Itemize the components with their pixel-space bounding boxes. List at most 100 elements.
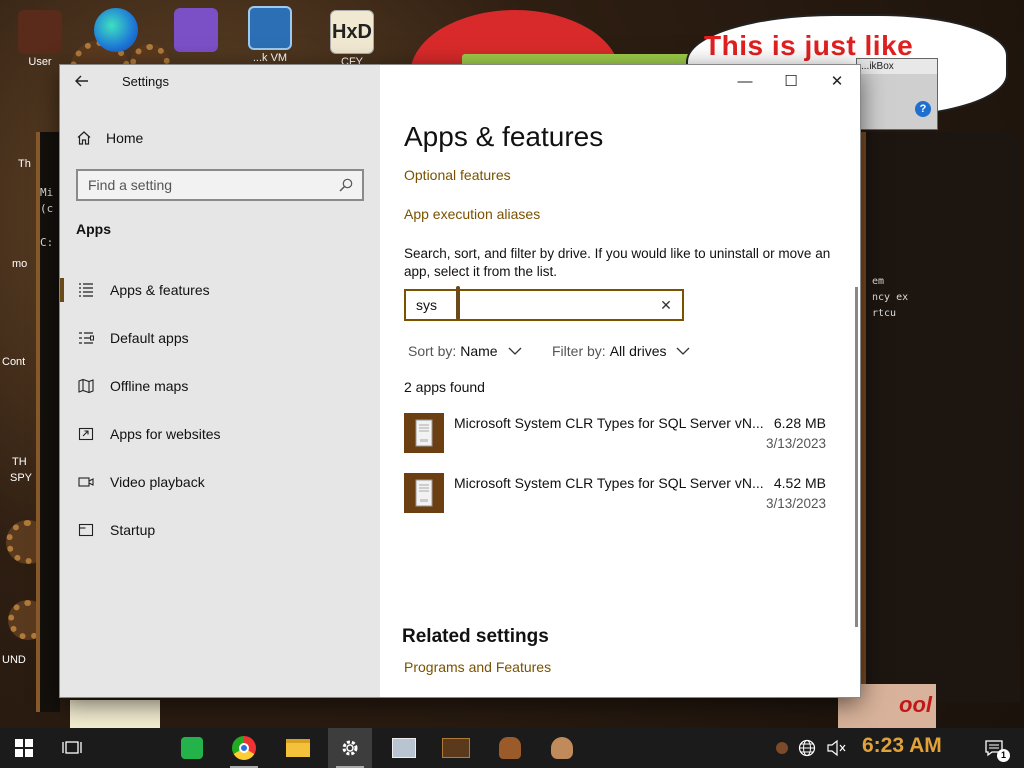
chevron-down-icon [677,347,690,355]
action-center-button[interactable]: 1 [972,728,1016,768]
face-graphic-text: ool [899,692,932,717]
search-description: Search, sort, and filter by drive. If yo… [404,246,831,279]
help-icon[interactable]: ? [915,101,931,117]
map-icon [76,376,96,396]
console-window[interactable]: Mi (c C: [36,132,60,712]
image-viewer-icon [392,738,416,758]
home-icon [77,131,91,145]
globe-network-icon[interactable] [798,739,816,757]
taskbar-app-image-viewer[interactable] [382,728,426,768]
desktop-icon-user[interactable]: User [10,10,70,68]
sidebar-item-label: Apps for websites [110,426,221,442]
default-apps-icon [76,328,96,348]
console-text: Mi [40,186,54,199]
programs-and-features-link[interactable]: Programs and Features [404,659,551,675]
web-icon [76,424,96,444]
steampunk-figure-icon [499,737,521,759]
taskbar-app-chrome[interactable] [222,728,266,768]
page-title: Apps & features [404,121,604,152]
taskbar-app-sheets[interactable] [170,728,214,768]
taskbar-app-steampunk-mask[interactable] [540,728,584,768]
desktop-label: TH [12,456,27,468]
maximize-button[interactable]: ☐ [768,69,814,95]
app-date: 3/13/2023 [765,496,826,511]
console-text: (c [40,202,54,215]
popup-title: ...ikBox [857,59,937,74]
sidebar-item-startup[interactable]: Startup [60,510,380,550]
taskbar-clock[interactable]: 6:23 AM [862,734,942,758]
desktop-icon-visual-studio[interactable] [166,8,226,54]
desktop-icon-label: ...k VM [252,52,288,64]
desktop-label: Cont [2,356,26,368]
find-setting-box[interactable] [76,169,364,201]
video-icon [76,472,96,492]
sidebar-item-home[interactable]: Home [76,127,143,149]
visual-studio-icon [174,8,218,52]
scrollbar[interactable] [855,287,858,627]
task-view-button[interactable] [50,728,94,768]
virtualbox-icon [248,6,292,50]
sheets-icon [181,737,203,759]
sort-dropdown[interactable]: Sort by: Name [408,343,522,359]
wikbox-popup[interactable]: ...ikBox ? [856,58,938,130]
taskbar-app-settings[interactable] [328,728,372,768]
settings-window: Settings Home Apps Apps & features [60,65,860,697]
startup-icon [76,520,96,540]
filter-dropdown[interactable]: Filter by: All drives [552,343,690,359]
console-text: C: [40,236,54,249]
app-list-item[interactable]: Microsoft System CLR Types for SQL Serve… [404,409,828,459]
task-view-icon [62,741,82,754]
hxd-icon: HxD [330,10,374,54]
filter-value: All drives [609,343,667,359]
desktop-icon-virtualbox[interactable]: ...k VM [240,6,300,64]
tray-app-icon[interactable] [776,742,788,754]
taskbar-app-steampunk-figure[interactable] [488,728,532,768]
volume-muted-icon[interactable] [826,739,846,757]
desktop-label: mo [12,258,28,270]
minimize-button[interactable]: — [722,69,768,95]
desktop-icon-label: User [28,56,52,68]
app-execution-aliases-link[interactable]: App execution aliases [404,206,540,222]
system-tray [776,728,846,768]
app-search-box[interactable]: ✕ [404,286,684,321]
gear-icon [342,740,358,756]
search-icon[interactable] [338,177,354,193]
apps-found-count: 2 apps found [404,379,485,395]
sort-label: Sort by: [408,343,457,359]
sidebar-item-apps-for-websites[interactable]: Apps for websites [60,414,380,454]
desktop-icon-hxd[interactable]: HxD CFY [322,10,382,68]
app-name: Microsoft System CLR Types for SQL Serve… [454,475,764,491]
app-list-item[interactable]: Microsoft System CLR Types for SQL Serve… [404,469,828,519]
paper-graphic [70,700,160,728]
clear-search-icon[interactable]: ✕ [658,297,674,313]
taskbar-app-file-explorer[interactable] [276,728,320,768]
folder-icon [286,739,310,757]
mouse-cursor [456,286,460,320]
notification-badge: 1 [997,749,1010,762]
close-button[interactable]: ✕ [814,69,860,95]
chevron-down-icon [508,347,522,355]
app-date: 3/13/2023 [765,436,826,451]
steampunk-panel-icon [442,738,470,758]
app-size: 4.52 MB [773,475,826,491]
app-search-input[interactable] [406,291,682,319]
sidebar-item-label: Default apps [110,330,189,346]
sidebar-item-default-apps[interactable]: Default apps [60,318,380,358]
dark-background-window[interactable]: em ncy ex rtcu [860,132,1020,702]
sidebar-item-label: Apps & features [110,282,210,298]
sidebar-item-apps-features[interactable]: Apps & features [60,270,380,310]
app-size: 6.28 MB [773,415,826,431]
taskbar-app-steampunk-panel[interactable] [434,728,478,768]
find-setting-input[interactable] [78,171,362,199]
desktop-icon-edge[interactable] [86,8,146,54]
home-label: Home [106,130,144,146]
sidebar-item-video-playback[interactable]: Video playback [60,462,380,502]
desktop-label: Th [18,158,31,170]
back-button[interactable] [74,73,98,93]
sidebar-item-offline-maps[interactable]: Offline maps [60,366,380,406]
optional-features-link[interactable]: Optional features [404,167,511,183]
edge-icon [94,8,138,52]
sidebar-item-label: Offline maps [110,378,189,394]
start-button[interactable] [2,728,46,768]
windows-logo-icon [15,739,33,757]
